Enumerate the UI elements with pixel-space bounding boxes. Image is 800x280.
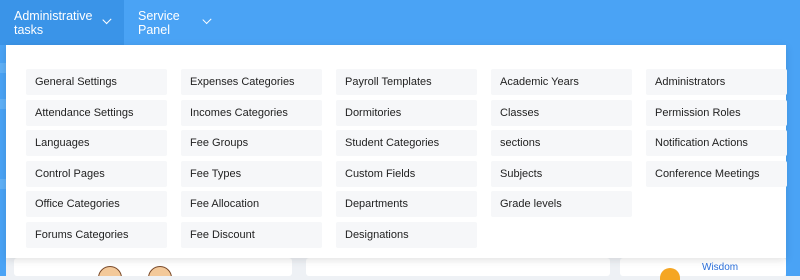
menu-item-general-settings[interactable]: General Settings: [26, 69, 167, 95]
menu-item-attendance-settings[interactable]: Attendance Settings: [26, 99, 167, 126]
menu-item-control-pages[interactable]: Control Pages: [26, 160, 167, 187]
menu-column-4: Academic Years Classes sections Subjects…: [491, 69, 632, 222]
menu-item-sections[interactable]: sections: [491, 130, 632, 156]
menu-item-grade-levels[interactable]: Grade levels: [491, 191, 632, 217]
chevron-down-icon: [202, 14, 212, 25]
background-right-edge: [786, 45, 800, 276]
top-navbar: Administrative tasks Service Panel: [0, 0, 800, 45]
menu-item-academic-years[interactable]: Academic Years: [491, 69, 632, 95]
menu-item-subjects[interactable]: Subjects: [491, 160, 632, 187]
menu-column-2: Expenses Categories Incomes Categories F…: [181, 69, 322, 252]
menu-item-administrators[interactable]: Administrators: [646, 69, 787, 95]
menu-item-custom-fields[interactable]: Custom Fields: [336, 160, 477, 187]
menu-item-office-categories[interactable]: Office Categories: [26, 191, 167, 217]
menu-column-5: Administrators Permission Roles Notifica…: [646, 69, 787, 191]
chevron-down-icon: [102, 15, 112, 24]
menu-item-designations[interactable]: Designations: [336, 221, 477, 248]
menu-item-dormitories[interactable]: Dormitories: [336, 99, 477, 126]
menu-item-payroll-templates[interactable]: Payroll Templates: [336, 69, 477, 95]
administrative-tasks-dropdown: General Settings Attendance Settings Lan…: [6, 45, 787, 258]
menu-item-classes[interactable]: Classes: [491, 99, 632, 126]
menu-item-incomes-categories[interactable]: Incomes Categories: [181, 99, 322, 126]
menu-column-3: Payroll Templates Dormitories Student Ca…: [336, 69, 477, 252]
menu-item-fee-types[interactable]: Fee Types: [181, 160, 322, 187]
menu-item-departments[interactable]: Departments: [336, 191, 477, 217]
menu-item-fee-groups[interactable]: Fee Groups: [181, 130, 322, 156]
nav-administrative-tasks-label: Administrative tasks: [14, 8, 93, 37]
menu-item-fee-allocation[interactable]: Fee Allocation: [181, 191, 322, 217]
menu-item-languages[interactable]: Languages: [26, 130, 167, 156]
avatar: [96, 262, 174, 276]
menu-item-expenses-categories[interactable]: Expenses Categories: [181, 69, 322, 95]
menu-item-fee-discount[interactable]: Fee Discount: [181, 221, 322, 248]
menu-item-student-categories[interactable]: Student Categories: [336, 130, 477, 156]
menu-column-1: General Settings Attendance Settings Lan…: [26, 69, 167, 252]
menu-item-permission-roles[interactable]: Permission Roles: [646, 99, 787, 126]
background-text: Wisdom: [702, 262, 739, 273]
menu-item-forums-categories[interactable]: Forums Categories: [26, 221, 167, 248]
nav-administrative-tasks[interactable]: Administrative tasks: [0, 0, 124, 45]
menu-item-notification-actions[interactable]: Notification Actions: [646, 130, 787, 156]
nav-service-panel-label: Service Panel: [138, 8, 180, 37]
menu-item-conference-meetings[interactable]: Conference Meetings: [646, 160, 787, 187]
nav-service-panel[interactable]: Service Panel: [124, 0, 224, 45]
background-card: [306, 258, 610, 276]
